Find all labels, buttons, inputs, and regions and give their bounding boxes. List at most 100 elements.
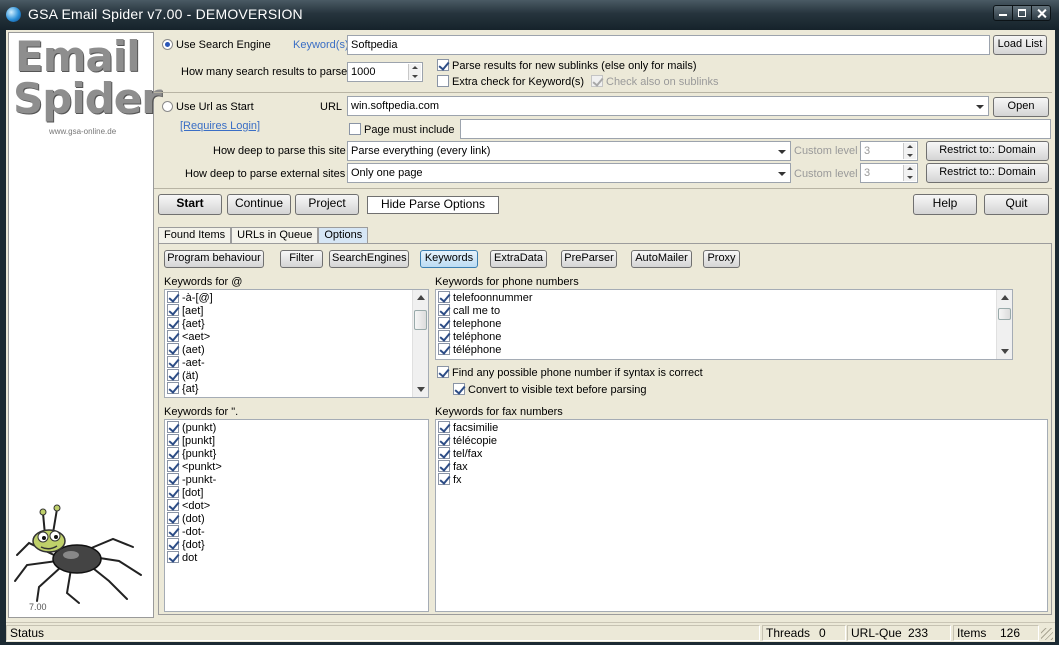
check-sublinks-checkbox[interactable]: Check also on sublinks [591, 75, 719, 89]
list-item[interactable]: -à-[@] [167, 291, 213, 304]
chevron-down-icon[interactable] [778, 172, 786, 176]
list-item[interactable]: téléphone [438, 343, 533, 356]
results-count-spinner[interactable]: 1000 [347, 62, 423, 82]
deep-external-combobox[interactable]: Only one page [347, 163, 791, 183]
open-button[interactable]: Open [993, 97, 1049, 117]
start-button[interactable]: Start [158, 194, 222, 215]
hide-parse-options-button[interactable]: Hide Parse Options [367, 196, 499, 214]
list-item[interactable]: [aet] [167, 304, 213, 317]
keywords-phone-list[interactable]: telefoonnummer call me to telephone telé… [435, 289, 1013, 360]
radio-indicator[interactable] [162, 39, 173, 50]
list-item[interactable]: [punkt] [167, 434, 222, 447]
use-url-radio[interactable]: Use Url as Start [162, 101, 254, 114]
minimize-icon[interactable] [994, 6, 1013, 20]
spinner-arrows-icon[interactable] [903, 165, 916, 181]
checkbox-box[interactable] [167, 343, 179, 355]
checkbox-box[interactable] [438, 460, 450, 472]
help-button[interactable]: Help [913, 194, 977, 215]
find-any-phone-checkbox[interactable]: Find any possible phone number if syntax… [437, 366, 703, 380]
vertical-scrollbar[interactable] [412, 290, 428, 397]
list-item[interactable]: (dot) [167, 512, 222, 525]
list-item[interactable]: fx [438, 473, 498, 486]
scroll-down-icon[interactable] [417, 387, 425, 392]
list-item[interactable]: <dot> [167, 499, 222, 512]
parse-sublinks-checkbox[interactable]: Parse results for new sublinks (else onl… [437, 59, 697, 73]
checkbox-box[interactable] [167, 486, 179, 498]
checkbox-box[interactable] [437, 75, 449, 87]
checkbox-box[interactable] [438, 304, 450, 316]
scroll-down-icon[interactable] [1001, 349, 1009, 354]
list-item[interactable]: télécopie [438, 434, 498, 447]
close-icon[interactable] [1032, 6, 1050, 20]
tab-urls-in-queue[interactable]: URLs in Queue [231, 227, 319, 244]
list-item[interactable]: {at} [167, 382, 213, 395]
checkbox-box[interactable] [437, 59, 449, 71]
list-item[interactable]: -dot- [167, 525, 222, 538]
chevron-down-icon[interactable] [976, 105, 984, 109]
checkbox-box[interactable] [453, 383, 465, 395]
page-must-include-checkbox[interactable]: Page must include [349, 123, 455, 137]
list-item[interactable]: (ät) [167, 369, 213, 382]
list-item[interactable]: fax [438, 460, 498, 473]
checkbox-box[interactable] [167, 434, 179, 446]
checkbox-box[interactable] [438, 421, 450, 433]
restrict-external-button[interactable]: Restrict to:: Domain [926, 163, 1049, 183]
checkbox-box[interactable] [167, 356, 179, 368]
checkbox-box[interactable] [438, 343, 450, 355]
checkbox-box[interactable] [167, 512, 179, 524]
chevron-down-icon[interactable] [778, 150, 786, 154]
list-item[interactable]: <aet> [167, 330, 213, 343]
checkbox-box[interactable] [167, 538, 179, 550]
load-list-button[interactable]: Load List [993, 35, 1047, 55]
keywords-input[interactable]: Softpedia [347, 35, 990, 55]
custom-level-site-spinner[interactable]: 3 [860, 141, 918, 161]
list-item[interactable]: tel/fax [438, 447, 498, 460]
use-search-engine-radio[interactable]: Use Search Engine [162, 39, 271, 52]
title-bar[interactable]: GSA Email Spider v7.00 - DEMOVERSION [0, 0, 1059, 30]
checkbox-box[interactable] [438, 317, 450, 329]
checkbox-box[interactable] [167, 382, 179, 394]
page-must-include-input[interactable] [460, 119, 1051, 139]
checkbox-box[interactable] [438, 434, 450, 446]
list-item[interactable]: teléphone [438, 330, 533, 343]
continue-button[interactable]: Continue [227, 194, 291, 215]
search-engines-button[interactable]: SearchEngines [329, 250, 409, 268]
checkbox-box[interactable] [437, 366, 449, 378]
list-item[interactable]: (aet) [167, 343, 213, 356]
checkbox-box[interactable] [167, 551, 179, 563]
list-item[interactable]: dot [167, 551, 222, 564]
list-item[interactable]: (punkt) [167, 421, 222, 434]
program-behaviour-button[interactable]: Program behaviour [164, 250, 264, 268]
keywords-at-list[interactable]: -à-[@] [aet] {aet} <aet> (aet) -aet- (ät… [164, 289, 429, 398]
checkbox-box[interactable] [167, 369, 179, 381]
scroll-thumb[interactable] [414, 310, 427, 330]
maximize-icon[interactable] [1013, 6, 1032, 20]
checkbox-box[interactable] [438, 447, 450, 459]
checkbox-box[interactable] [167, 447, 179, 459]
checkbox-box[interactable] [167, 330, 179, 342]
quit-button[interactable]: Quit [984, 194, 1049, 215]
checkbox-box[interactable] [167, 421, 179, 433]
list-item[interactable]: {dot} [167, 538, 222, 551]
list-item[interactable]: -punkt- [167, 473, 222, 486]
radio-indicator[interactable] [162, 101, 173, 112]
checkbox-box[interactable] [167, 304, 179, 316]
list-item[interactable]: {aet} [167, 317, 213, 330]
automailer-button[interactable]: AutoMailer [631, 250, 692, 268]
checkbox-box[interactable] [167, 460, 179, 472]
url-combobox[interactable]: win.softpedia.com [347, 96, 989, 116]
checkbox-box[interactable] [167, 317, 179, 329]
checkbox-box[interactable] [167, 499, 179, 511]
scroll-up-icon[interactable] [417, 295, 425, 300]
checkbox-box[interactable] [438, 473, 450, 485]
preparser-button[interactable]: PreParser [561, 250, 617, 268]
tab-options[interactable]: Options [318, 227, 369, 244]
keywords-dot-list[interactable]: (punkt) [punkt] {punkt} <punkt> -punkt- … [164, 419, 429, 612]
vertical-scrollbar[interactable] [996, 290, 1012, 359]
scroll-up-icon[interactable] [1001, 295, 1009, 300]
checkbox-box[interactable] [349, 123, 361, 135]
checkbox-box[interactable] [591, 75, 603, 87]
spinner-arrows-icon[interactable] [408, 64, 421, 80]
tab-found-items[interactable]: Found Items [158, 227, 232, 244]
keywords-fax-list[interactable]: facsimilie télécopie tel/fax fax fx [435, 419, 1048, 612]
